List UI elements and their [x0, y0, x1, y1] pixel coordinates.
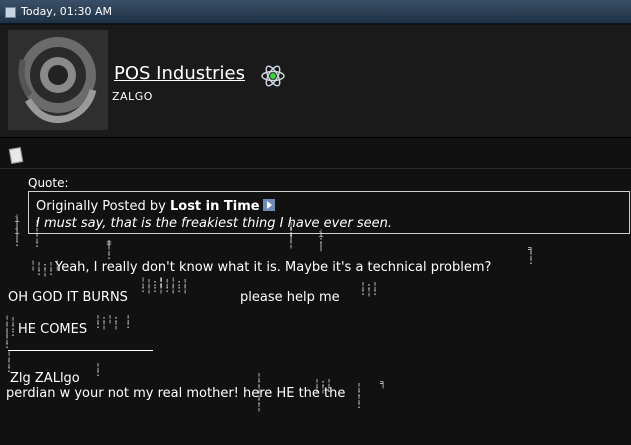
user-info-row: POS Industries ZALGO	[0, 25, 631, 138]
zalgo-decoration: ¦ :	[95, 362, 102, 379]
zalgo-decoration: ┆ ¦ ╎ :	[34, 221, 41, 250]
quote-author: Lost in Time	[169, 199, 260, 214]
zalgo-decoration: ¦ : ¦ ╎ : ¦	[256, 372, 263, 413]
atom-icon	[261, 65, 285, 87]
avatar[interactable]	[8, 30, 108, 130]
post-header: Today, 01:30 AM	[0, 0, 631, 24]
zalgo-decoration: ¦ ╏ | ¦	[288, 221, 295, 250]
zalgo-decoration: ╕ ¦ :	[528, 244, 535, 267]
post-content: Quote: Originally Posted by Lost in Time…	[0, 169, 631, 445]
quote-attribution: Originally Posted by Lost in Time	[36, 199, 275, 214]
zalgo-decoration: i | i | :	[14, 214, 21, 249]
post-line: perdian w your not my real mother! here …	[6, 386, 346, 401]
post-line: Zlg ZALlgo	[10, 371, 80, 386]
zalgo-decoration: ¦:¦ :¦:	[360, 281, 379, 298]
zalgo-decoration: ╎¦:¦╎ :¦:	[30, 261, 61, 278]
zalgo-decoration: ǂ ¦ :	[106, 239, 113, 262]
zalgo-decoration: ╎¦ ¦: |: ¦ :	[4, 316, 17, 351]
post-status-icon	[5, 7, 16, 18]
post-line: OH GOD IT BURNS	[8, 290, 128, 305]
zalgo-decoration: ¦ : ¦ :	[356, 382, 363, 411]
message-bar	[0, 138, 631, 169]
view-post-icon[interactable]	[262, 199, 275, 211]
quote-text: I must say, that is the freakiest thing …	[36, 216, 392, 231]
avatar-image	[8, 30, 108, 130]
zalgo-decoration: ╕	[380, 378, 387, 389]
post-line: HE COMES	[18, 322, 88, 337]
username-link[interactable]: POS Industries	[114, 63, 245, 84]
zalgo-decoration: i : |	[318, 229, 325, 252]
post-line: please help me	[240, 290, 340, 305]
post-date: Today, 01:30 AM	[21, 5, 113, 18]
post-line: Yeah, I really don't know what it is. Ma…	[55, 260, 492, 275]
zalgo-decoration: ╎¦:╏¦╎:¦ :¦:¦:¦:¦	[140, 278, 189, 295]
quote-label: Quote:	[28, 176, 69, 190]
divider	[8, 350, 153, 351]
zalgo-decoration: ¦:¦: ¦ :¦ ¦ :	[95, 314, 132, 331]
user-title: ZALGO	[112, 90, 153, 103]
quote-prefix: Originally Posted by	[36, 199, 166, 214]
quote-box: Originally Posted by Lost in Time I must…	[28, 191, 630, 234]
message-icon	[8, 147, 24, 164]
zalgo-decoration: ¦:¦ :¦:	[314, 378, 333, 395]
